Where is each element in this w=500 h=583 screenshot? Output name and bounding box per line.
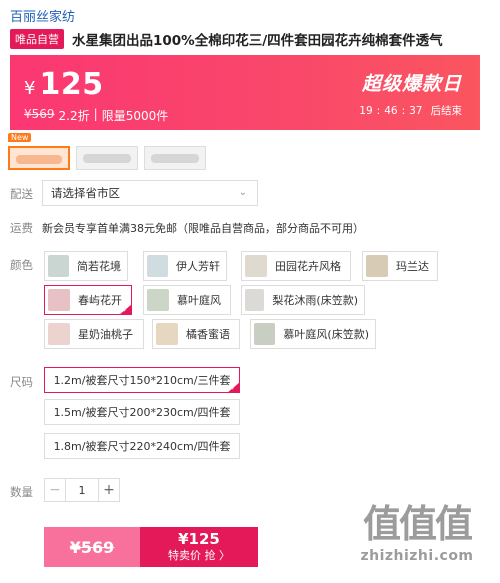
size-option-label: 1.8m/被套尺寸220*240cm/四件套	[53, 440, 231, 453]
color-option-label: 田园花卉风格	[275, 260, 341, 273]
buy-price: ¥125	[178, 530, 220, 548]
color-option-label: 伊人芳轩	[176, 260, 220, 273]
original-price: ¥569	[24, 107, 55, 121]
thumbnail-tab[interactable]	[8, 146, 70, 170]
size-option[interactable]: 1.5m/被套尺寸200*230cm/四件套	[44, 399, 240, 425]
countdown-separator: :	[401, 104, 406, 117]
region-select[interactable]: 请选择省市区 ⌄	[42, 180, 258, 206]
shipping-label: 运费	[10, 221, 33, 235]
color-swatch	[245, 255, 267, 277]
product-title-row: 唯品自营 水星集团出品100%全棉印花三/四件套田园花卉纯棉套件透气	[10, 29, 495, 49]
color-option-label: 慕叶庭风	[177, 294, 221, 307]
site-watermark: 值值值 zhizhizhi.com	[342, 500, 492, 580]
chevron-down-icon: ⌄	[238, 187, 247, 198]
color-option[interactable]: 田园花卉风格	[241, 251, 351, 281]
size-option[interactable]: 1.8m/被套尺寸220*240cm/四件套	[44, 433, 240, 459]
countdown-separator: :	[376, 104, 381, 117]
product-title: 水星集团出品100%全棉印花三/四件套田园花卉纯棉套件透气	[72, 33, 443, 49]
color-swatch	[147, 255, 168, 277]
color-option[interactable]: 橘香蜜语	[152, 319, 240, 349]
promo-price: ¥ 125	[24, 67, 104, 102]
promo-banner: ¥ 125 ¥569 2.2折 | 限量5000件 超级爆款日 19 : 46 …	[10, 55, 480, 130]
buy-label: 特卖价 抢 〉	[168, 549, 230, 562]
color-swatch	[48, 289, 70, 311]
color-option-label: 橘香蜜语	[186, 328, 230, 341]
color-option-selected[interactable]: 春屿花开 ✔	[44, 285, 132, 315]
color-label: 颜色	[10, 258, 33, 272]
limited-quantity: 限量5000件	[101, 109, 169, 123]
quantity-input[interactable]: 1	[65, 479, 99, 501]
store-name[interactable]: 百丽丝家纺	[10, 6, 75, 25]
quantity-label: 数量	[10, 485, 33, 499]
original-price-text: ¥569	[69, 537, 115, 557]
color-option-label: 春屿花开	[78, 294, 122, 307]
color-swatch	[156, 323, 178, 345]
color-option[interactable]: 简若花境	[44, 251, 128, 281]
size-option-selected[interactable]: 1.2m/被套尺寸150*210cm/三件套 ✔	[44, 367, 240, 393]
color-swatch	[254, 323, 276, 345]
size-option-label: 1.5m/被套尺寸200*230cm/四件套	[53, 406, 231, 419]
original-price-button[interactable]: ¥569	[44, 527, 140, 567]
color-option[interactable]: 梨花沐雨(床笠款)	[241, 285, 365, 315]
color-option-label: 梨花沐雨(床笠款)	[272, 294, 358, 307]
divider: |	[93, 107, 98, 121]
color-swatch	[366, 255, 388, 277]
currency-symbol: ¥	[24, 78, 36, 99]
color-option-label: 简若花境	[77, 260, 121, 273]
delivery-label: 配送	[10, 187, 33, 201]
discount-rate: 2.2折	[58, 109, 90, 123]
color-option-label: 玛兰达	[396, 260, 429, 273]
watermark-logo: 值值值	[362, 502, 473, 546]
size-label: 尺码	[10, 375, 33, 389]
color-option[interactable]: 慕叶庭风(床笠款)	[250, 319, 376, 349]
blurred-thumbnail-strip	[8, 146, 206, 170]
region-select-value: 请选择省市区	[51, 186, 120, 200]
countdown-minutes: 46	[384, 104, 398, 117]
color-swatch	[147, 289, 169, 311]
watermark-site: zhizhizhi.com	[360, 548, 474, 564]
quantity-stepper: − 1 +	[44, 478, 120, 502]
color-option[interactable]: 慕叶庭风	[143, 285, 231, 315]
sale-price: 125	[39, 67, 104, 102]
event-title: 超级爆款日	[361, 73, 462, 95]
promo-subline: ¥569 2.2折 | 限量5000件	[24, 107, 168, 124]
buy-now-button[interactable]: ¥125 特卖价 抢 〉	[140, 527, 258, 567]
color-option-label: 慕叶庭风(床笠款)	[283, 328, 369, 341]
color-option[interactable]: 星奶油桃子	[44, 319, 144, 349]
minus-button[interactable]: −	[45, 479, 65, 501]
shipping-info: 新会员专享首单满38元免邮（限唯品自营商品，部分商品不可用）	[42, 222, 364, 235]
color-swatch	[48, 323, 70, 345]
color-swatch	[245, 289, 265, 311]
color-option-label: 星奶油桃子	[78, 328, 133, 341]
countdown-end-label: 后结束	[430, 105, 463, 117]
thumbnail-tab[interactable]	[144, 146, 206, 170]
countdown-hours: 19	[359, 104, 373, 117]
countdown-seconds: 37	[409, 104, 423, 117]
new-tag: New	[8, 133, 32, 142]
size-option-label: 1.2m/被套尺寸150*210cm/三件套	[53, 374, 231, 387]
color-swatch	[48, 255, 69, 277]
thumbnail-tab[interactable]	[76, 146, 138, 170]
plus-button[interactable]: +	[99, 479, 119, 501]
color-option[interactable]: 伊人芳轩	[143, 251, 227, 281]
self-operated-badge: 唯品自营	[10, 29, 64, 49]
countdown-timer: 19 : 46 : 37 后结束	[359, 103, 462, 118]
color-option[interactable]: 玛兰达	[362, 251, 438, 281]
